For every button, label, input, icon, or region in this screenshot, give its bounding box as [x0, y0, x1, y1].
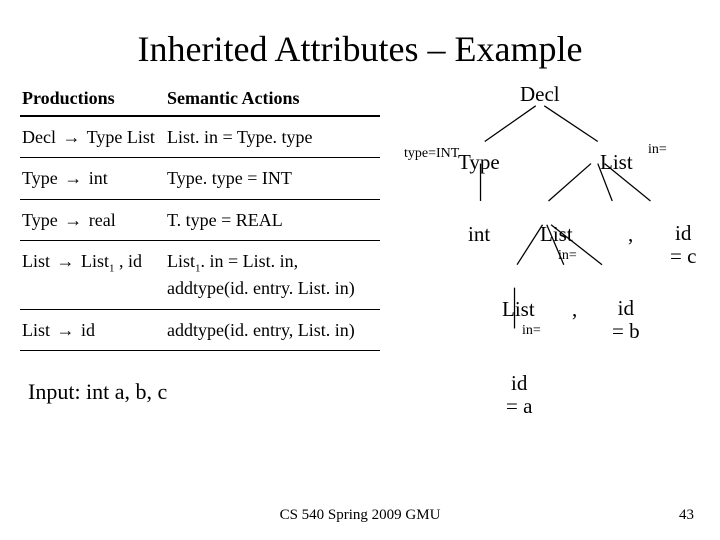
node-list-1: List: [540, 222, 573, 247]
prod-rhs: List. in = Type. type: [165, 116, 380, 158]
attr-in-0: in=: [648, 142, 667, 158]
page-number: 43: [679, 507, 694, 524]
prod-rhs: T. type = REAL: [165, 199, 380, 240]
table-row: Decl → Type List List. in = Type. type: [20, 116, 380, 158]
node-decl: Decl: [520, 82, 560, 107]
content: Productions Semantic Actions Decl → Type…: [0, 82, 720, 405]
node-comma-1: ,: [628, 222, 633, 247]
prod-lhs: Type → real: [20, 199, 165, 240]
node-int: int: [468, 222, 490, 247]
table-row: Type → real T. type = REAL: [20, 199, 380, 240]
col-actions: Semantic Actions: [165, 82, 380, 116]
node-list-2: List: [502, 297, 535, 322]
prod-lhs: Decl → Type List: [20, 116, 165, 158]
productions-table: Productions Semantic Actions Decl → Type…: [20, 82, 380, 351]
parse-tree: Decl type=INT Type in= List int List in=…: [380, 82, 700, 405]
node-list-0: List: [600, 150, 633, 175]
table-row: Type → int Type. type = INT: [20, 158, 380, 199]
prod-rhs: List1. in = List. in,addtype(id. entry. …: [165, 240, 380, 309]
prod-rhs: addtype(id. entry, List. in): [165, 309, 380, 350]
prod-lhs: Type → int: [20, 158, 165, 199]
prod-lhs: List → List1 , id: [20, 240, 165, 309]
table-row: List → id addtype(id. entry, List. in): [20, 309, 380, 350]
attr-in-2: in=: [522, 323, 541, 339]
table-row: List → List1 , id List1. in = List. in,a…: [20, 240, 380, 309]
node-type: Type: [458, 150, 500, 175]
col-productions: Productions: [20, 82, 165, 116]
footer-course: CS 540 Spring 2009 GMU: [0, 507, 720, 524]
attr-in-1: in=: [558, 248, 577, 264]
attr-type-int: type=INT: [404, 146, 459, 162]
node-id-c: id= c: [670, 222, 696, 268]
left-column: Productions Semantic Actions Decl → Type…: [20, 82, 380, 405]
node-comma-2: ,: [572, 297, 577, 322]
node-id-b: id= b: [612, 297, 640, 343]
node-id-a: id= a: [506, 372, 532, 418]
prod-rhs: Type. type = INT: [165, 158, 380, 199]
input-label: Input: int a, b, c: [20, 351, 380, 405]
slide-title: Inherited Attributes – Example: [0, 0, 720, 82]
prod-lhs: List → id: [20, 309, 165, 350]
